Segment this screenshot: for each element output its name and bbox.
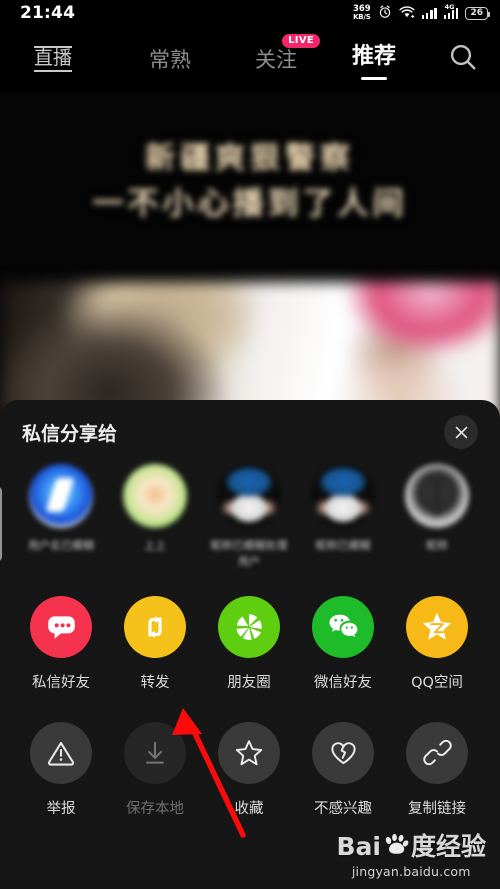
contact-item[interactable]: 昵称已模糊处理用户 (202, 464, 296, 570)
status-clock: 21:44 (20, 3, 76, 23)
share-action-wechat[interactable]: 微信好友 (296, 595, 390, 692)
share-action-label: 转发 (140, 674, 170, 691)
contact-name: 昵称 (426, 539, 448, 552)
share-action-label: 不感兴趣 (314, 800, 372, 817)
share-action-report[interactable]: 举报 (14, 721, 108, 818)
video-player[interactable]: 新疆爽狠警察 一不小心播到了人间 (0, 92, 500, 422)
repost-arrows-icon (124, 595, 186, 658)
battery-icon: 26 (465, 6, 490, 20)
qzone-star-icon (406, 595, 468, 658)
signal-4g-icon: 4G (443, 3, 459, 19)
share-action-label: 举报 (46, 800, 76, 817)
share-action-save-local[interactable]: 保存本地 (108, 721, 202, 818)
avatar (29, 464, 93, 528)
contact-name: 昵称已模糊处理用户 (210, 539, 288, 568)
network-speed: 369 KB/S (353, 5, 371, 21)
share-sheet-title: 私信分享给 (22, 422, 118, 445)
contacts-scroll-handle[interactable] (0, 486, 2, 562)
tab-live-label: 直播 (33, 46, 72, 72)
share-sheet-header: 私信分享给 (0, 400, 500, 464)
contact-name: 上上 (144, 539, 166, 552)
share-action-not-interested[interactable]: 不感兴趣 (296, 721, 390, 818)
share-action-direct-message[interactable]: 私信好友 (14, 595, 108, 692)
contact-name: 昵称已模糊 (315, 539, 371, 552)
share-actions-row-2: 举报 保存本地 收藏 不感兴趣 复制链接 (14, 721, 486, 818)
contact-item[interactable]: 用户名已模糊 (14, 464, 108, 570)
share-sheet: 私信分享给 用户名已模糊 上上 昵称已模糊处理用户 昵称已模糊 昵称 私信好友 … (0, 400, 500, 889)
chat-bubble-icon (30, 595, 92, 658)
avatar (405, 464, 469, 528)
share-action-label: 朋友圈 (227, 674, 271, 691)
live-badge: LIVE (282, 34, 320, 48)
tab-active-underline (361, 77, 387, 80)
video-title-line2: 一不小心播到了人间 (92, 185, 408, 222)
link-icon (406, 721, 468, 784)
share-action-label: 私信好友 (32, 674, 90, 691)
share-action-favorite[interactable]: 收藏 (202, 721, 296, 818)
status-icons: 369 KB/S 4G 26 (353, 3, 490, 23)
network-type-label: 4G (444, 3, 455, 11)
wifi-icon (399, 4, 415, 23)
tab-recommend[interactable]: 推荐 (334, 38, 414, 80)
network-speed-unit: KB/S (353, 12, 371, 21)
alarm-icon (378, 4, 392, 23)
contact-item[interactable]: 昵称 (390, 464, 484, 570)
share-action-label: 复制链接 (408, 800, 466, 817)
battery-level: 26 (470, 8, 483, 18)
star-icon (218, 721, 280, 784)
moments-shutter-icon (218, 595, 280, 658)
share-actions-row-1: 私信好友 转发 朋友圈 微信好友 QQ空间 (14, 595, 486, 692)
tab-city[interactable]: 常熟 (128, 44, 212, 74)
close-icon[interactable] (444, 415, 478, 449)
avatar (311, 464, 375, 528)
share-action-label: 保存本地 (126, 800, 184, 817)
top-navigation: 直播 常熟 关注 LIVE 推荐 (0, 26, 500, 92)
warning-triangle-icon (30, 721, 92, 784)
avatar (123, 464, 187, 528)
tab-city-label: 常熟 (149, 48, 191, 72)
contact-list[interactable]: 用户名已模糊 上上 昵称已模糊处理用户 昵称已模糊 昵称 (0, 464, 500, 570)
wechat-icon (312, 595, 374, 658)
video-title-overlay: 新疆爽狠警察 一不小心播到了人间 (0, 140, 500, 224)
share-actions: 私信好友 转发 朋友圈 微信好友 QQ空间 举报 保存本地 收藏 不感兴趣 复制… (0, 595, 500, 818)
share-action-repost[interactable]: 转发 (108, 595, 202, 692)
tab-recommend-label: 推荐 (351, 44, 396, 69)
contact-item[interactable]: 昵称已模糊 (296, 464, 390, 570)
tab-following[interactable]: 关注 LIVE (234, 34, 320, 74)
share-action-copy-link[interactable]: 复制链接 (390, 721, 484, 818)
video-title-line1: 新疆爽狠警察 (145, 141, 355, 176)
status-bar: 21:44 369 KB/S 4G 26 (0, 0, 500, 26)
tab-following-label: 关注 (255, 48, 297, 72)
share-action-label: 收藏 (234, 800, 264, 817)
search-icon[interactable] (448, 42, 478, 76)
download-icon (124, 721, 186, 784)
share-action-qzone[interactable]: QQ空间 (390, 595, 484, 692)
signal-icon (421, 7, 437, 19)
tab-live[interactable]: 直播 (18, 46, 88, 72)
share-action-label: QQ空间 (411, 674, 463, 691)
share-action-label: 微信好友 (314, 674, 372, 691)
contact-item[interactable]: 上上 (108, 464, 202, 570)
share-action-moments[interactable]: 朋友圈 (202, 595, 296, 692)
avatar (217, 464, 281, 528)
contact-name: 用户名已模糊 (28, 539, 94, 552)
broken-heart-icon (312, 721, 374, 784)
